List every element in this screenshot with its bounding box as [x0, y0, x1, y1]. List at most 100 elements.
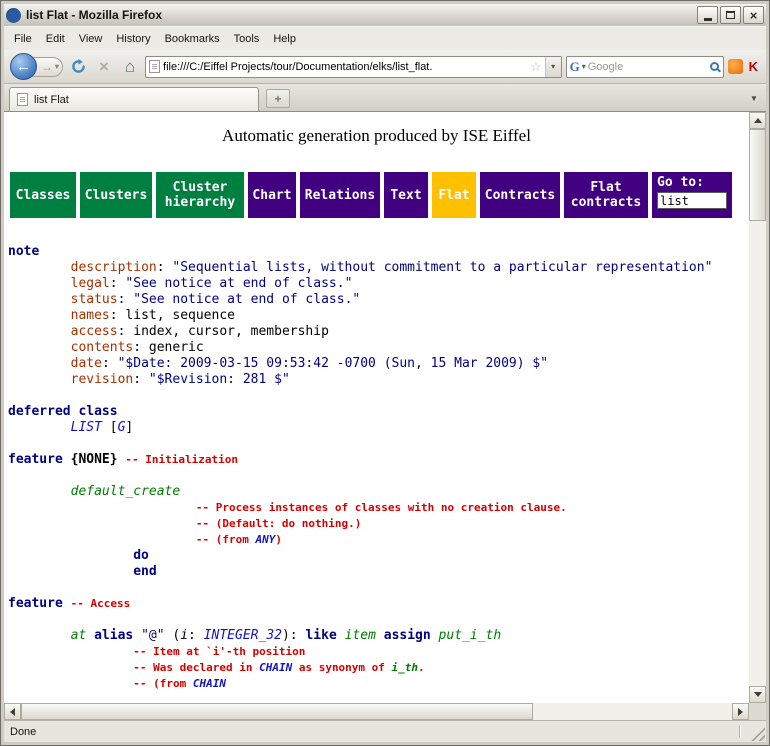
bookmark-star-icon[interactable]: ☆: [530, 60, 542, 73]
maximize-button[interactable]: [720, 6, 741, 24]
menu-help[interactable]: Help: [266, 29, 303, 49]
menu-view[interactable]: View: [72, 29, 110, 49]
stop-button[interactable]: ×: [93, 56, 115, 78]
code-text: -- (from: [133, 677, 193, 690]
search-bar[interactable]: G ▾: [566, 56, 724, 78]
goto-input[interactable]: [657, 192, 727, 209]
feature-link[interactable]: i_th: [392, 661, 419, 674]
doc-nav-cluster-hierarchy[interactable]: Cluster hierarchy: [156, 172, 244, 218]
class-link[interactable]: LIST: [71, 420, 102, 435]
addon-icon[interactable]: [728, 59, 743, 74]
code-text: [431, 628, 439, 643]
doc-nav-flat-contracts[interactable]: Flat contracts: [564, 172, 648, 218]
code-text: :: [118, 292, 134, 307]
new-tab-button[interactable]: +: [266, 89, 290, 108]
doc-nav-label: Relations: [305, 188, 375, 203]
scroll-left-button[interactable]: [4, 703, 21, 720]
code-text: :: [133, 372, 149, 387]
menu-tools[interactable]: Tools: [227, 29, 267, 49]
menu-edit[interactable]: Edit: [39, 29, 72, 49]
menu-bar: FileEditViewHistoryBookmarksToolsHelp: [4, 26, 766, 50]
code-text: contents: [71, 340, 134, 355]
doc-nav-classes[interactable]: Classes: [10, 172, 76, 218]
code-text: :: [102, 356, 118, 371]
minimize-icon: [704, 18, 712, 21]
vertical-scrollbar[interactable]: [749, 112, 766, 703]
stop-icon: ×: [99, 58, 109, 75]
doc-nav-label: Text: [390, 188, 421, 203]
code-text: [8, 516, 196, 531]
doc-nav-chart[interactable]: Chart: [248, 172, 296, 218]
code-text: ]: [125, 420, 133, 435]
reload-button[interactable]: [67, 56, 89, 78]
code-text: "@": [141, 628, 164, 643]
code-text: -- (from: [196, 533, 256, 546]
menu-history[interactable]: History: [109, 29, 157, 49]
doc-nav-relations[interactable]: Relations: [300, 172, 380, 218]
horizontal-scroll-track[interactable]: [21, 703, 732, 720]
navigation-toolbar: ← → ▾ × ⌂ ☆ ▾ G ▾ K: [4, 50, 766, 84]
code-text: [86, 628, 94, 643]
doc-nav-label: Clusters: [85, 188, 148, 203]
feature-link[interactable]: item: [345, 628, 376, 643]
code-text: -- Access: [71, 597, 131, 610]
title-bar[interactable]: list Flat - Mozilla Firefox ×: [4, 4, 766, 26]
url-input[interactable]: [163, 61, 527, 73]
feature-link[interactable]: default_create: [71, 484, 181, 499]
feature-link[interactable]: put_i_th: [439, 628, 502, 643]
close-button[interactable]: ×: [743, 6, 764, 24]
doc-nav-text[interactable]: Text: [384, 172, 428, 218]
left-arrow-icon: [10, 708, 15, 716]
class-link[interactable]: CHAIN: [193, 677, 226, 690]
scroll-down-button[interactable]: [749, 686, 766, 703]
code-text: : list, sequence: [110, 308, 235, 323]
class-link[interactable]: INTEGER_32: [204, 628, 282, 643]
doc-nav-contracts[interactable]: Contracts: [480, 172, 560, 218]
doc-nav-clusters[interactable]: Clusters: [80, 172, 152, 218]
search-input[interactable]: [588, 61, 708, 73]
code-text: -- Initialization: [125, 453, 238, 466]
code-text: [8, 356, 71, 371]
tab-list-icon: ▼: [750, 94, 758, 103]
search-icon[interactable]: [710, 62, 719, 71]
url-bar[interactable]: ☆ ▾: [145, 56, 562, 78]
document-page: Automatic generation produced by ISE Eif…: [4, 112, 749, 703]
code-text: names: [71, 308, 110, 323]
code-text: :: [157, 260, 173, 275]
right-arrow-icon: [738, 708, 743, 716]
vertical-scroll-thumb[interactable]: [749, 129, 766, 221]
history-dropdown-icon[interactable]: ▾: [55, 62, 59, 71]
kaspersky-addon-icon[interactable]: K: [747, 59, 760, 74]
status-text: Done: [10, 726, 36, 738]
google-icon: G: [570, 59, 580, 75]
minimize-button[interactable]: [697, 6, 718, 24]
code-text: "$Revision: 281 $": [149, 372, 290, 387]
doc-nav-label: Classes: [16, 188, 71, 203]
home-button[interactable]: ⌂: [119, 56, 141, 78]
back-button[interactable]: ←: [10, 53, 37, 80]
menu-file[interactable]: File: [7, 29, 39, 49]
tab-list-flat[interactable]: list Flat: [9, 87, 259, 111]
scroll-up-button[interactable]: [749, 112, 766, 129]
doc-nav-flat[interactable]: Flat: [432, 172, 476, 218]
code-text: [8, 292, 71, 307]
forward-icon: →: [41, 60, 53, 74]
resize-grip[interactable]: [751, 727, 765, 741]
class-link[interactable]: ANY: [255, 533, 275, 546]
class-link[interactable]: CHAIN: [259, 661, 292, 674]
vertical-scroll-track[interactable]: [749, 129, 766, 686]
horizontal-scroll-thumb[interactable]: [21, 703, 533, 720]
list-all-tabs-button[interactable]: ▼: [745, 89, 763, 108]
status-bar: Done: [4, 720, 766, 742]
search-engine-dropdown-icon[interactable]: ▾: [582, 62, 586, 71]
reload-icon: [71, 59, 86, 74]
horizontal-scrollbar[interactable]: [4, 703, 749, 720]
url-dropdown-button[interactable]: ▾: [545, 57, 561, 77]
doc-nav-go-to[interactable]: Go to:: [652, 172, 732, 218]
scroll-right-button[interactable]: [732, 703, 749, 720]
code-text: date: [71, 356, 102, 371]
menu-bookmarks[interactable]: Bookmarks: [158, 29, 227, 49]
feature-link[interactable]: at: [71, 628, 87, 643]
tab-label: list Flat: [34, 94, 69, 106]
code-text: i: [180, 628, 188, 643]
